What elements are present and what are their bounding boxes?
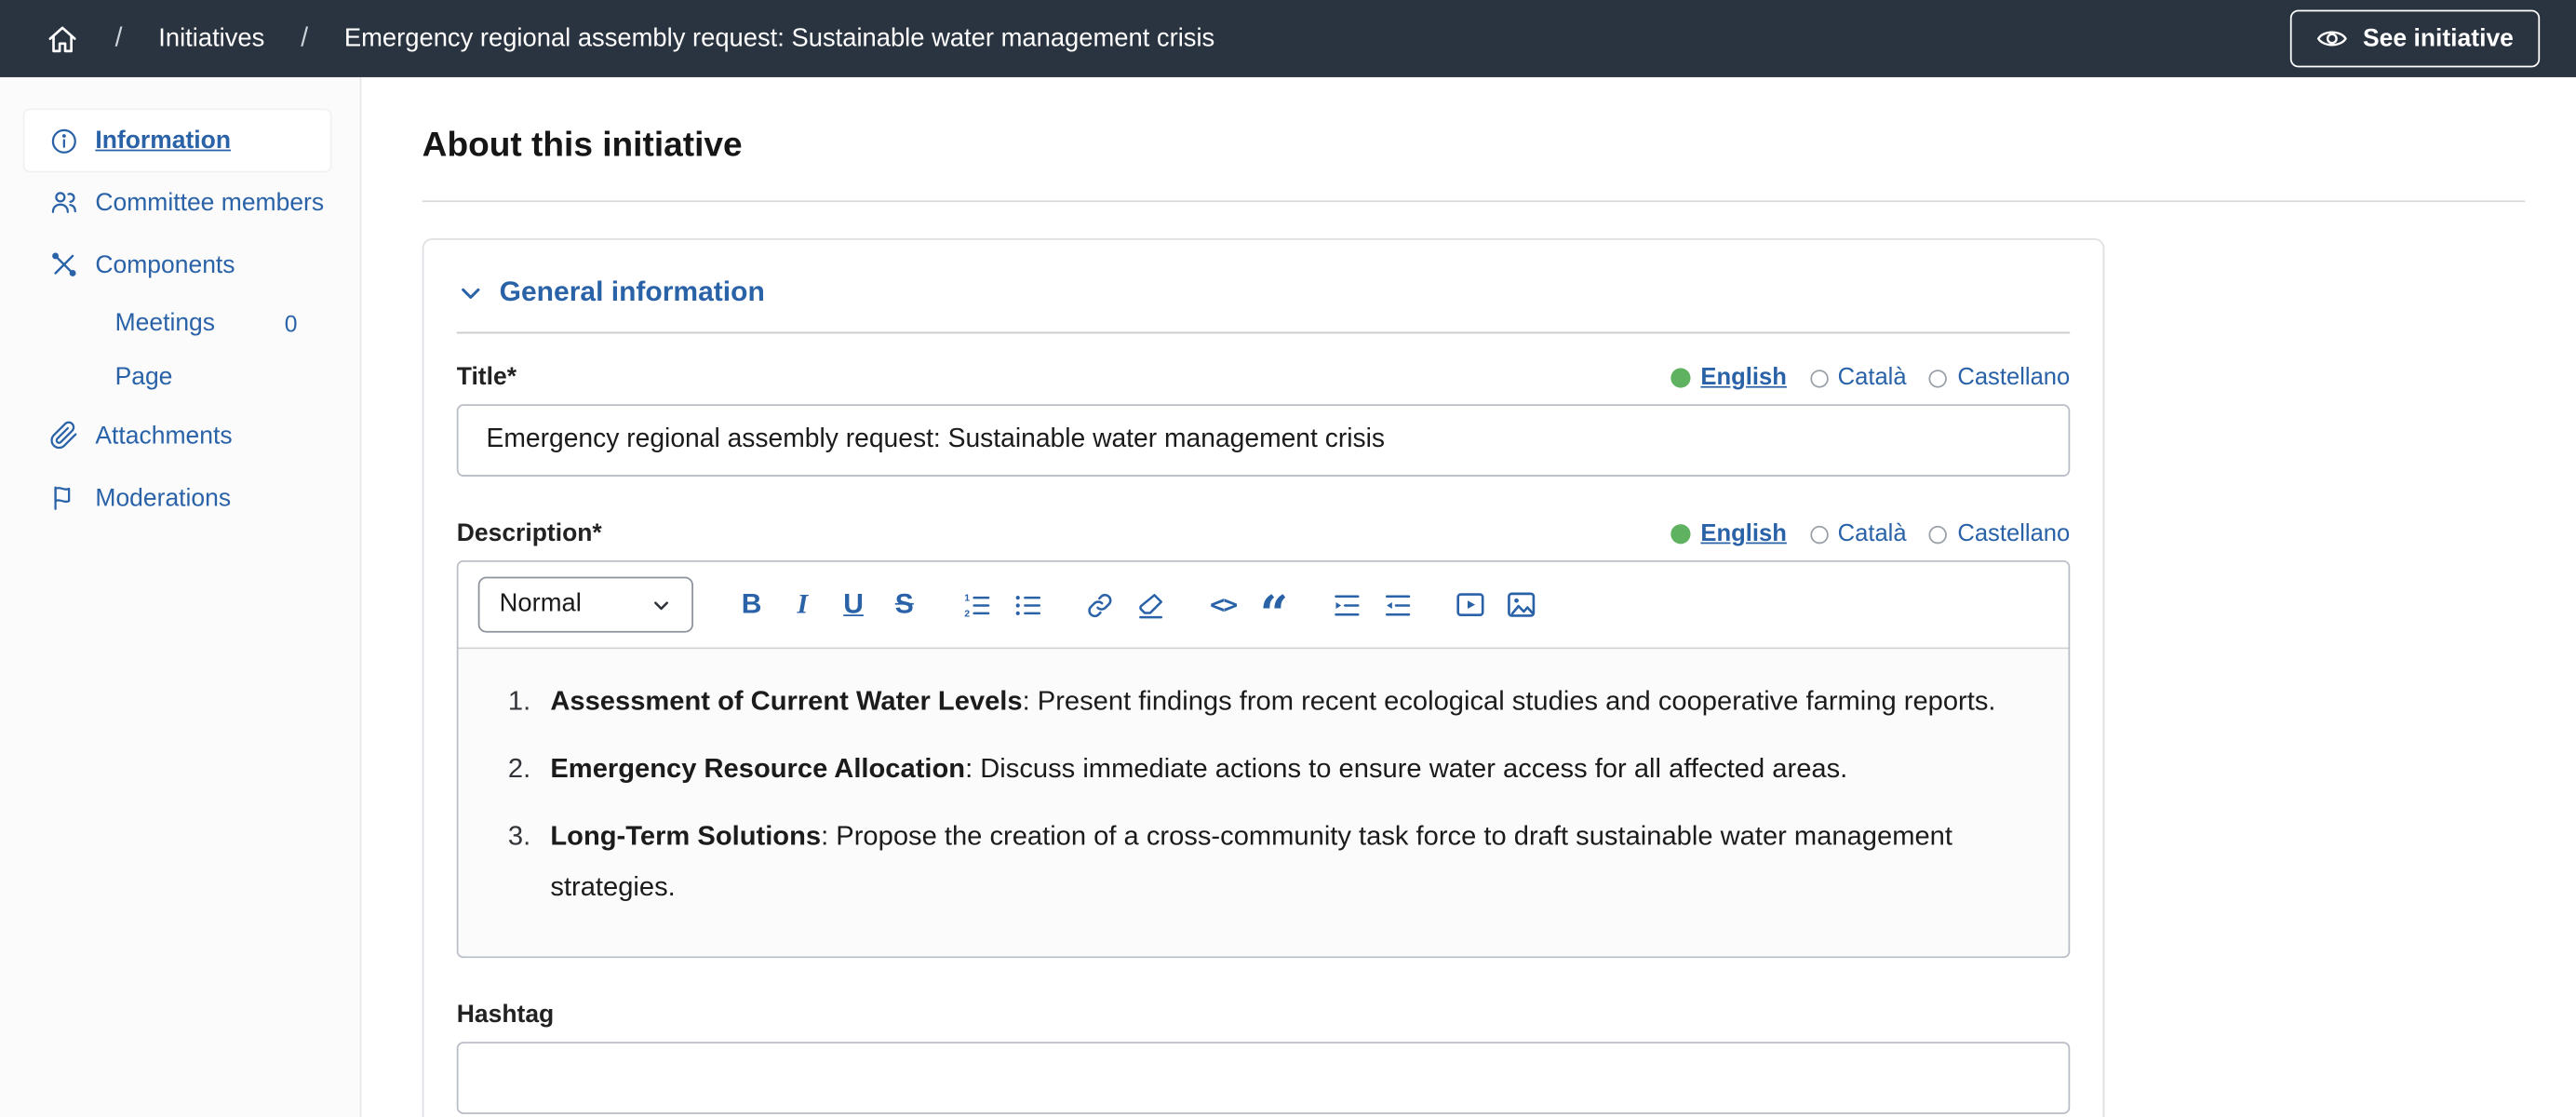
title-field-label: Title* [457,363,517,391]
italic-button[interactable]: I [777,580,828,629]
main-content: About this initiative General informatio… [361,77,2576,1117]
description-language-chooser: English Català Castellano [1671,521,2071,547]
sidebar-item-label: Moderations [95,484,231,512]
radio-icon [1810,369,1828,386]
sidebar-item-label: Information [95,127,231,155]
title-field-row: Title* English Català Castellano [457,363,2071,391]
sidebar-item-components[interactable]: Components [0,234,360,296]
radio-icon [1810,525,1828,543]
language-option-castellano[interactable]: Castellano [1929,365,2070,391]
description-field-label: Description* [457,519,602,547]
indent-button[interactable] [1321,580,1372,629]
flag-icon [49,483,79,513]
users-icon [49,187,79,217]
sidebar-item-label: Page [115,363,173,391]
sidebar-item-label: Components [95,250,235,278]
ordered-list-button[interactable]: 1 2 [951,580,1002,629]
list-item: 3. Long-Term Solutions: Propose the crea… [485,812,2043,913]
radio-icon [1929,525,1947,543]
general-information-toggle[interactable]: General information [457,276,2071,309]
radio-selected-icon [1671,368,1691,387]
section-title: General information [500,276,765,309]
eraser-button[interactable] [1125,580,1176,629]
tools-icon [49,249,79,279]
eye-icon [2317,23,2349,55]
outdent-button[interactable] [1372,580,1423,629]
general-information-card: General information Title* English Catal… [423,238,2105,1117]
svg-text:1: 1 [964,593,970,603]
sidebar-item-moderations[interactable]: Moderations [0,466,360,529]
breadcrumb-initiatives[interactable]: Initiatives [158,24,264,54]
paragraph-style-select[interactable]: Normal [478,577,693,633]
sidebar-item-meetings[interactable]: Meetings 0 [0,296,360,350]
editor-toolbar: Normal B I U S 1 [459,562,2069,650]
editor-content[interactable]: 1. Assessment of Current Water Levels: P… [459,649,2069,956]
blockquote-button[interactable]: “ [1249,580,1300,629]
sidebar-item-label: Meetings [115,309,215,337]
breadcrumb-separator: / [301,24,308,54]
topbar: / Initiatives / Emergency regional assem… [0,0,2576,77]
home-icon[interactable] [46,22,78,55]
sidebar-item-label: Attachments [95,422,232,450]
title-language-chooser: English Català Castellano [1671,365,2071,391]
radio-icon [1929,369,1947,386]
style-select-value: Normal [500,590,582,620]
breadcrumb-current-page: Emergency regional assembly request: Sus… [344,24,1214,54]
bold-button[interactable]: B [726,580,777,629]
image-button[interactable] [1495,580,1546,629]
sidebar: Information Committee members Components [0,77,361,1117]
radio-selected-icon [1671,524,1691,544]
rich-text-editor: Normal B I U S 1 [457,560,2071,958]
svg-text:2: 2 [964,609,970,619]
language-option-english[interactable]: English [1671,521,1787,547]
code-button[interactable]: <> [1198,580,1249,629]
chevron-down-icon [457,278,485,306]
info-icon [49,126,79,155]
page-title: About this initiative [423,127,2526,166]
title-input[interactable] [457,404,2071,477]
strikethrough-button[interactable]: S [879,580,930,629]
see-initiative-label: See initiative [2363,24,2514,52]
list-item: 1. Assessment of Current Water Levels: P… [485,677,2043,728]
hashtag-field-label: Hashtag [457,1001,2071,1029]
underline-button[interactable]: U [828,580,879,629]
language-option-castellano[interactable]: Castellano [1929,521,2070,547]
meetings-count-badge: 0 [285,310,298,336]
sidebar-item-label: Committee members [95,188,324,216]
language-option-catala[interactable]: Català [1810,521,1907,547]
section-divider [457,332,2071,334]
video-embed-button[interactable] [1444,580,1496,629]
sidebar-item-page[interactable]: Page [0,350,360,404]
paperclip-icon [49,421,79,451]
see-initiative-button[interactable]: See initiative [2290,10,2540,68]
sidebar-item-attachments[interactable]: Attachments [0,404,360,466]
language-option-english[interactable]: English [1671,365,1787,391]
sidebar-item-committee-members[interactable]: Committee members [0,171,360,234]
language-option-catala[interactable]: Català [1810,365,1907,391]
description-field-row: Description* English Català Castellan [457,519,2071,547]
list-item: 2. Emergency Resource Allocation: Discus… [485,745,2043,796]
sidebar-item-information[interactable]: Information [24,110,329,170]
title-divider [423,200,2526,202]
hashtag-input[interactable] [457,1042,2071,1114]
breadcrumb-separator: / [115,24,123,54]
link-button[interactable] [1075,580,1126,629]
app-root: / Initiatives / Emergency regional assem… [0,0,2576,1117]
bullet-list-button[interactable] [1002,580,1053,629]
chevron-down-icon [651,594,672,615]
